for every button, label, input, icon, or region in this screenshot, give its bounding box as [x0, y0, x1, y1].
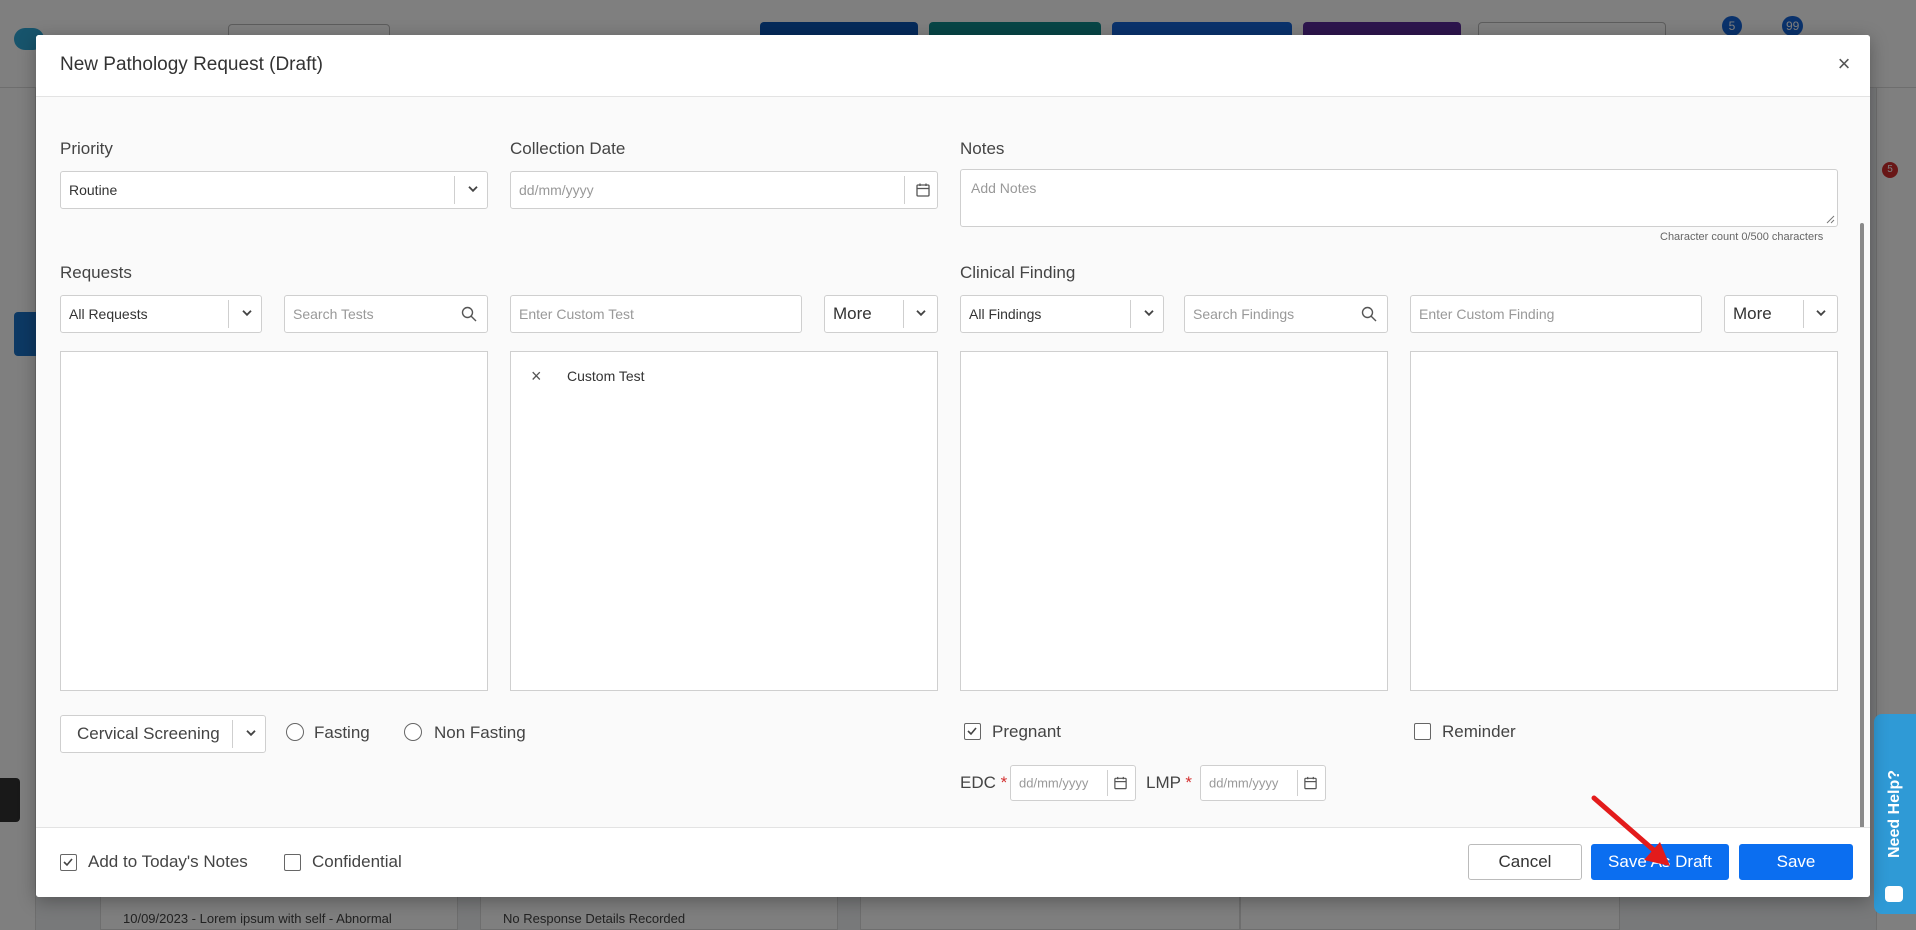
- fasting-radio[interactable]: [286, 723, 304, 741]
- fasting-label: Fasting: [314, 723, 370, 742]
- clinical-finding-label: Clinical Finding: [960, 263, 1076, 282]
- collection-date-placeholder: dd/mm/yyyy: [519, 182, 594, 198]
- custom-test-input[interactable]: Enter Custom Test: [510, 295, 802, 333]
- collection-date-label: Collection Date: [510, 139, 626, 158]
- calendar-icon[interactable]: [1303, 776, 1318, 791]
- findings-filter-select[interactable]: All Findings: [960, 295, 1164, 333]
- dropdown-separator: [232, 720, 233, 748]
- calendar-icon[interactable]: [1113, 776, 1128, 791]
- selected-findings-panel: [1410, 351, 1838, 691]
- search-tests-placeholder: Search Tests: [293, 306, 374, 322]
- custom-finding-input[interactable]: Enter Custom Finding: [1410, 295, 1702, 333]
- close-icon[interactable]: ×: [1833, 53, 1855, 75]
- chevron-down-icon: [1144, 310, 1154, 317]
- requests-list-panel[interactable]: [60, 351, 488, 691]
- priority-label: Priority: [60, 139, 113, 158]
- dropdown-separator: [1803, 300, 1804, 328]
- requests-more-select[interactable]: More: [824, 295, 938, 333]
- remove-test-icon[interactable]: ×: [531, 366, 542, 387]
- chevron-down-icon: [242, 310, 252, 317]
- dropdown-separator: [454, 176, 455, 204]
- selected-test-label: Custom Test: [567, 368, 645, 384]
- pregnant-label: Pregnant: [992, 722, 1061, 741]
- need-help-tab[interactable]: Need Help?: [1874, 714, 1916, 914]
- lmp-placeholder: dd/mm/yyyy: [1209, 775, 1279, 791]
- requests-filter-select[interactable]: All Requests: [60, 295, 262, 333]
- priority-select[interactable]: Routine: [60, 171, 488, 209]
- selected-test-item: × Custom Test: [531, 366, 931, 390]
- collection-date-input[interactable]: dd/mm/yyyy: [510, 171, 938, 209]
- requests-label: Requests: [60, 263, 132, 282]
- pregnant-checkbox[interactable]: [964, 723, 981, 740]
- modal-scrollbar[interactable]: [1860, 223, 1864, 863]
- chat-icon: [1885, 886, 1903, 902]
- search-findings-placeholder: Search Findings: [1193, 306, 1295, 322]
- add-to-notes-checkbox[interactable]: [60, 854, 77, 871]
- edc-label-text: EDC: [960, 773, 996, 792]
- confidential-label: Confidential: [312, 852, 402, 871]
- pathology-request-modal: New Pathology Request (Draft) × Priority…: [36, 35, 1870, 897]
- search-findings-input[interactable]: Search Findings: [1184, 295, 1388, 333]
- input-separator: [1297, 770, 1298, 796]
- lmp-date-input[interactable]: dd/mm/yyyy: [1200, 765, 1326, 801]
- notes-placeholder: Add Notes: [971, 180, 1037, 196]
- custom-finding-placeholder: Enter Custom Finding: [1419, 306, 1555, 322]
- findings-more-label: More: [1733, 304, 1772, 323]
- screening-value: Cervical Screening: [77, 724, 220, 743]
- edc-placeholder: dd/mm/yyyy: [1019, 775, 1089, 791]
- need-help-label: Need Help?: [1886, 769, 1903, 859]
- required-mark: *: [1000, 773, 1008, 792]
- reminder-label: Reminder: [1442, 722, 1516, 741]
- findings-more-select[interactable]: More: [1724, 295, 1838, 333]
- confidential-checkbox[interactable]: [284, 854, 301, 871]
- notes-label: Notes: [960, 139, 1005, 158]
- chevron-down-icon: [468, 186, 478, 193]
- input-separator: [904, 176, 905, 204]
- dropdown-separator: [1130, 300, 1131, 328]
- input-separator: [1107, 770, 1108, 796]
- checkmark-icon: [63, 858, 73, 867]
- checkmark-icon: [967, 727, 977, 736]
- chevron-down-icon: [916, 310, 926, 317]
- add-to-notes-label: Add to Today's Notes: [88, 852, 248, 871]
- findings-list-panel[interactable]: [960, 351, 1388, 691]
- chevron-down-icon: [246, 730, 256, 737]
- findings-filter-value: All Findings: [969, 306, 1042, 322]
- dropdown-separator: [228, 300, 229, 328]
- modal-title: New Pathology Request (Draft): [60, 54, 323, 75]
- selected-tests-panel: × Custom Test: [510, 351, 938, 691]
- dropdown-separator: [903, 300, 904, 328]
- save-button[interactable]: Save: [1739, 844, 1853, 880]
- requests-more-label: More: [833, 304, 872, 323]
- priority-value: Routine: [69, 182, 118, 198]
- notes-textarea[interactable]: Add Notes: [960, 169, 1838, 227]
- custom-test-placeholder: Enter Custom Test: [519, 306, 634, 322]
- edc-label: EDC *: [960, 773, 1007, 793]
- requests-filter-value: All Requests: [69, 306, 148, 322]
- screening-select[interactable]: Cervical Screening: [60, 715, 266, 753]
- non-fasting-label: Non Fasting: [434, 723, 526, 742]
- edc-date-input[interactable]: dd/mm/yyyy: [1010, 765, 1136, 801]
- search-icon[interactable]: [461, 306, 477, 322]
- non-fasting-radio[interactable]: [404, 723, 422, 741]
- notes-character-count: Character count 0/500 characters: [1660, 231, 1824, 243]
- required-mark: *: [1185, 773, 1193, 792]
- red-arrow-annotation: [1591, 795, 1670, 866]
- modal-header: New Pathology Request (Draft) ×: [36, 35, 1870, 97]
- lmp-label-text: LMP: [1146, 773, 1181, 792]
- calendar-icon[interactable]: [915, 182, 931, 198]
- search-tests-input[interactable]: Search Tests: [284, 295, 488, 333]
- resize-handle-icon[interactable]: [1825, 214, 1835, 224]
- chevron-down-icon: [1816, 310, 1826, 317]
- reminder-checkbox[interactable]: [1414, 723, 1431, 740]
- lmp-label: LMP *: [1146, 773, 1192, 793]
- search-icon[interactable]: [1361, 306, 1377, 322]
